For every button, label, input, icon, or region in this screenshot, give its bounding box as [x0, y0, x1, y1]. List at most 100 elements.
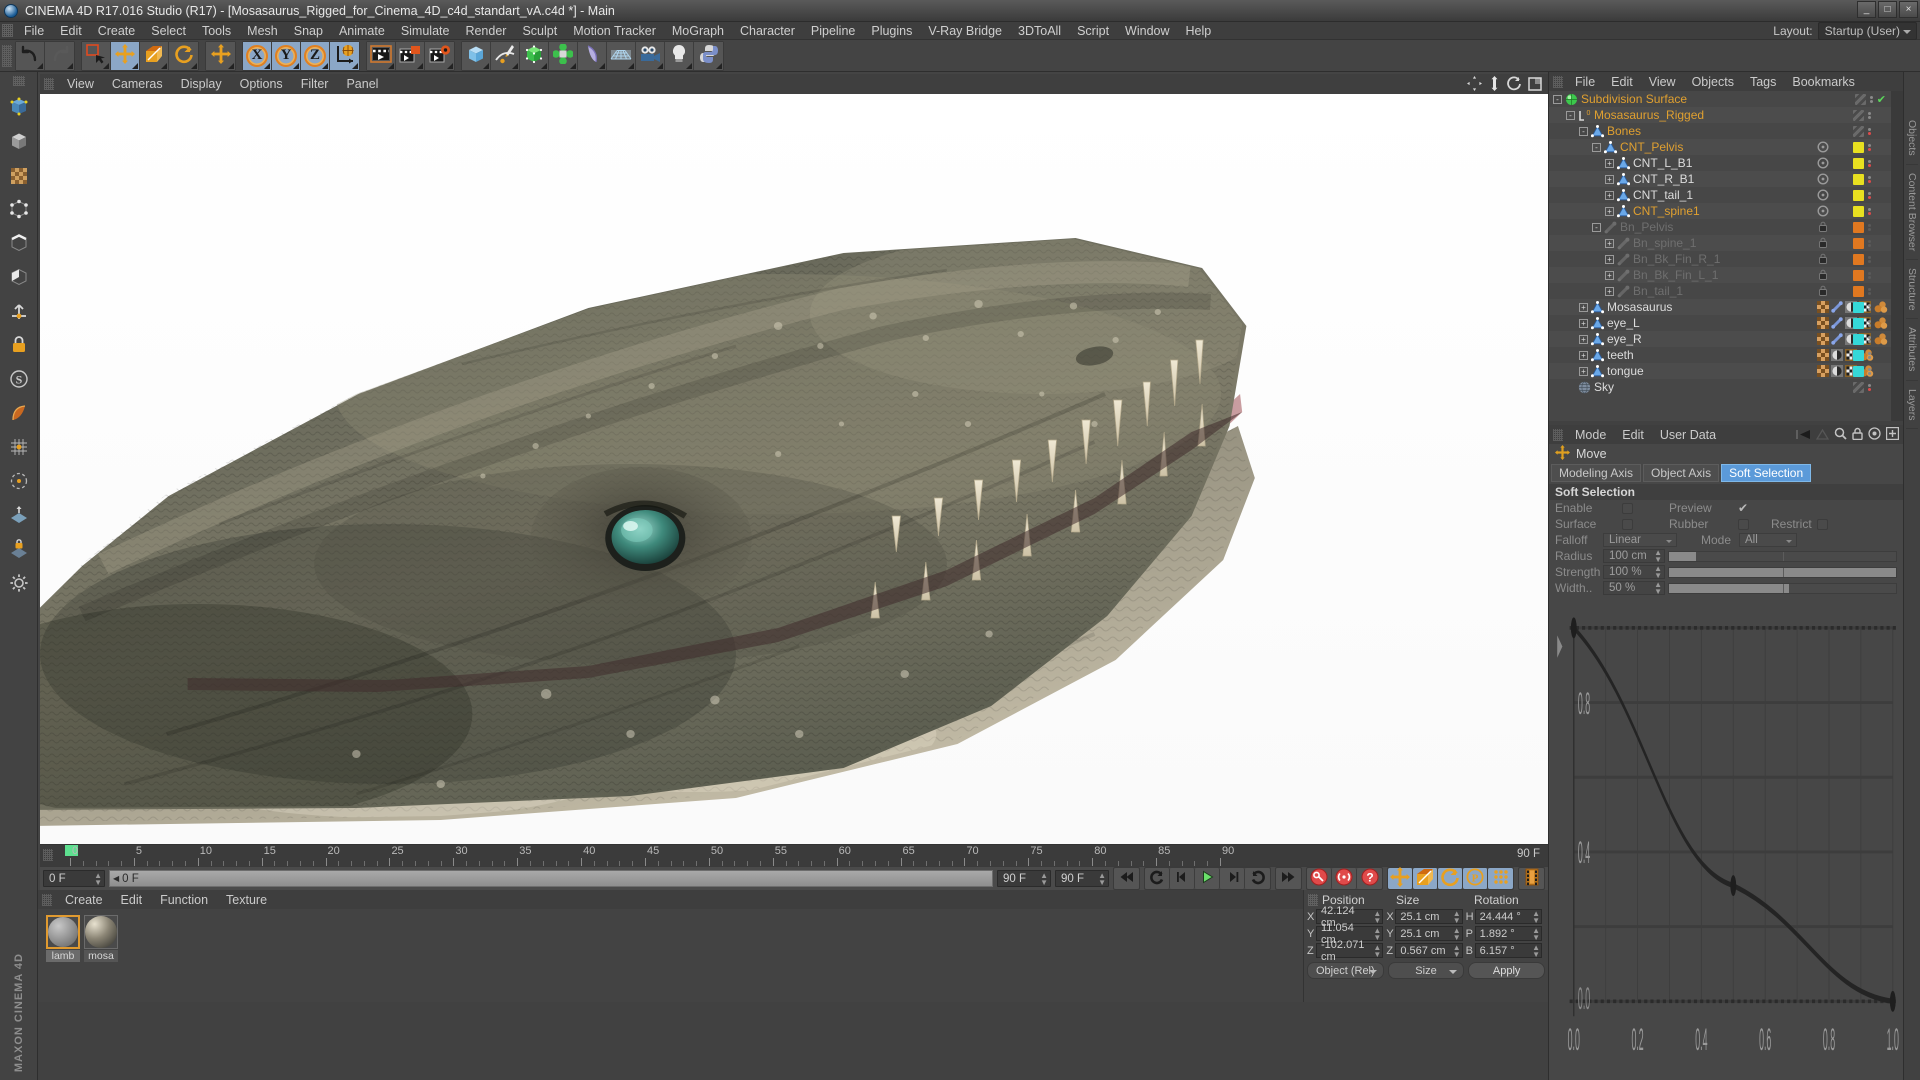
- undo-button[interactable]: [16, 41, 45, 70]
- display-color-swatch[interactable]: [1853, 237, 1864, 249]
- tag-constraint-icon[interactable]: [1817, 141, 1829, 153]
- tag-skin-icon[interactable]: [1831, 301, 1843, 313]
- preview-end-input[interactable]: 90 F ▲ ▼: [1055, 870, 1109, 887]
- button-dropdown-corner[interactable]: [541, 62, 547, 69]
- visibility-dots[interactable]: [1868, 255, 1871, 263]
- button-dropdown-corner[interactable]: [37, 62, 43, 69]
- tag-material-icon[interactable]: [1873, 301, 1888, 313]
- model-mode-icon[interactable]: [4, 124, 34, 158]
- button-dropdown-corner[interactable]: [103, 62, 109, 69]
- visibility-dots[interactable]: [1868, 207, 1871, 215]
- menu-item-edit[interactable]: Edit: [52, 22, 90, 40]
- menu-item-motion-tracker[interactable]: Motion Tracker: [565, 22, 664, 40]
- menu-item-plugins[interactable]: Plugins: [863, 22, 920, 40]
- expander-toggle[interactable]: +: [1605, 270, 1614, 280]
- record-keyframe-button[interactable]: [1307, 868, 1332, 889]
- attribute-tab-object-axis[interactable]: Object Axis: [1643, 464, 1720, 482]
- layout-selector[interactable]: Layout: Startup (User): [1773, 22, 1917, 40]
- target-icon[interactable]: [1868, 427, 1881, 443]
- object-menu-tags[interactable]: Tags: [1742, 75, 1784, 89]
- tag-ik-dim-icon[interactable]: [1817, 237, 1829, 249]
- visibility-dots[interactable]: [1868, 351, 1871, 359]
- workplane-icon[interactable]: [4, 498, 34, 532]
- step-back-button[interactable]: [1170, 868, 1195, 889]
- material-swatch[interactable]: [46, 915, 80, 949]
- button-dropdown-corner[interactable]: [388, 62, 394, 69]
- button-dropdown-corner[interactable]: [293, 62, 299, 69]
- step-forward-button[interactable]: [1220, 868, 1245, 889]
- minimize-button[interactable]: _: [1857, 1, 1876, 18]
- preview-checkbox[interactable]: ✔: [1738, 502, 1749, 514]
- button-dropdown-corner[interactable]: [512, 62, 518, 69]
- object-row[interactable]: + CNT_spine1: [1549, 203, 1903, 219]
- display-color-swatch[interactable]: [1853, 189, 1864, 201]
- object-row[interactable]: + Mosasaurus: [1549, 299, 1903, 315]
- mode-dropdown[interactable]: All: [1739, 533, 1797, 547]
- button-dropdown-corner[interactable]: [417, 62, 423, 69]
- tag-ik-dim-icon[interactable]: [1817, 253, 1829, 265]
- attribute-manager-grip-handle[interactable]: [1553, 428, 1563, 441]
- toolbar-grip-handle[interactable]: [2, 44, 12, 67]
- viewport-menu-view[interactable]: View: [58, 77, 103, 91]
- expander-toggle[interactable]: -: [1592, 142, 1601, 152]
- button-dropdown-corner[interactable]: [628, 62, 634, 69]
- lock-z-axis-button[interactable]: Z: [301, 41, 330, 70]
- button-dropdown-corner[interactable]: [716, 62, 722, 69]
- add-light-button[interactable]: [665, 41, 694, 70]
- object-row[interactable]: + CNT_R_B1: [1549, 171, 1903, 187]
- button-dropdown-corner[interactable]: [657, 62, 663, 69]
- expander-toggle[interactable]: +: [1605, 158, 1614, 168]
- display-color-swatch[interactable]: [1853, 333, 1864, 345]
- tag-constraint-icon[interactable]: [1817, 157, 1829, 169]
- object-row[interactable]: - Bn_Pelvis: [1549, 219, 1903, 235]
- menu-item-simulate[interactable]: Simulate: [393, 22, 458, 40]
- object-row[interactable]: Sky: [1549, 379, 1903, 395]
- tag-uv-icon[interactable]: [1817, 317, 1829, 329]
- viewport-grip-handle[interactable]: [44, 78, 54, 90]
- display-color-swatch[interactable]: [1853, 253, 1864, 265]
- expander-toggle[interactable]: +: [1579, 334, 1588, 344]
- object-manager-grip-handle[interactable]: [1553, 75, 1563, 88]
- lock-y-axis-button[interactable]: Y: [272, 41, 301, 70]
- tag-skin-icon[interactable]: [1831, 317, 1843, 329]
- record-scale-button[interactable]: [1413, 868, 1438, 889]
- width-input[interactable]: 50 % ▲ ▼: [1603, 581, 1665, 596]
- menu-item-mesh[interactable]: Mesh: [239, 22, 286, 40]
- expander-toggle[interactable]: +: [1579, 318, 1588, 328]
- strength-input[interactable]: 100 % ▲ ▼: [1603, 565, 1665, 580]
- object-manager-tree[interactable]: - Subdivision Surface ✔ -0 Mosasaurus_Rigged…: [1549, 91, 1903, 421]
- material-menu-texture[interactable]: Texture: [217, 893, 276, 907]
- world-coordinates-button[interactable]: [330, 41, 359, 70]
- visibility-dots[interactable]: [1868, 319, 1871, 327]
- object-row[interactable]: - Bones: [1549, 123, 1903, 139]
- falloff-dropdown[interactable]: Linear: [1603, 533, 1677, 547]
- material-menu-function[interactable]: Function: [151, 893, 217, 907]
- timeline-ruler[interactable]: 0 5 10 15 20 25 30 35 40 45 50 55 60 65 70 75 80 85 90 90 …: [40, 844, 1548, 866]
- expander-toggle[interactable]: +: [1605, 190, 1614, 200]
- material-menu-create[interactable]: Create: [56, 893, 112, 907]
- viewport-menu-options[interactable]: Options: [231, 77, 292, 91]
- button-dropdown-corner[interactable]: [228, 62, 234, 69]
- button-dropdown-corner[interactable]: [67, 62, 73, 69]
- end-frame-input[interactable]: 90 F ▲ ▼: [997, 870, 1051, 887]
- tag-uv-icon[interactable]: [1817, 349, 1829, 361]
- add-cube-button[interactable]: [462, 41, 491, 70]
- apply-button[interactable]: Apply: [1468, 962, 1546, 979]
- tag-uv-icon[interactable]: [1817, 333, 1829, 345]
- tag-constraint-icon[interactable]: [1817, 189, 1829, 201]
- tag-phong-icon[interactable]: [1831, 365, 1843, 377]
- visibility-dots[interactable]: [1868, 111, 1871, 119]
- object-menu-bookmarks[interactable]: Bookmarks: [1784, 75, 1863, 89]
- object-row[interactable]: + Bn_tail_1: [1549, 283, 1903, 299]
- material-item[interactable]: mosa: [84, 915, 118, 1002]
- menu-item-tools[interactable]: Tools: [194, 22, 239, 40]
- visibility-dots[interactable]: [1868, 383, 1871, 391]
- left-rail-grip-handle[interactable]: [12, 76, 25, 86]
- menu-item-mograph[interactable]: MoGraph: [664, 22, 732, 40]
- play-button[interactable]: [1195, 868, 1220, 889]
- plus-icon[interactable]: [1886, 427, 1900, 443]
- tag-ik-dim-icon[interactable]: [1817, 269, 1829, 281]
- scale-tool-button[interactable]: [140, 41, 169, 70]
- button-dropdown-corner[interactable]: [686, 62, 692, 69]
- button-dropdown-corner[interactable]: [447, 62, 453, 69]
